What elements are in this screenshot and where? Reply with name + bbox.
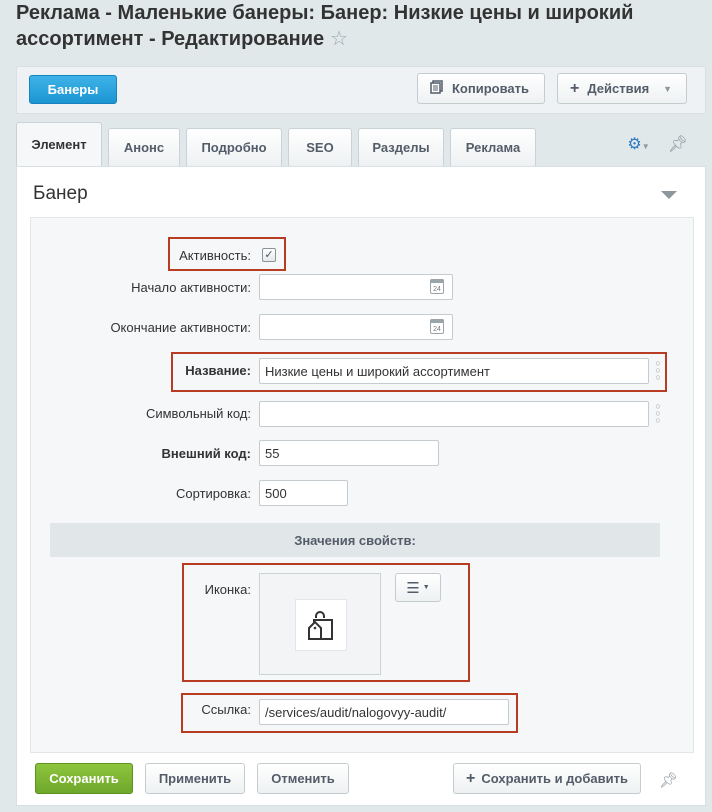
end-label: Окончание активности:	[110, 320, 251, 335]
tab-element[interactable]: Элемент	[16, 122, 102, 166]
pin-icon[interactable]: 📌︎	[668, 134, 688, 154]
copy-button[interactable]: Копировать	[417, 73, 545, 104]
actions-button[interactable]: + Действия ▼	[557, 73, 687, 104]
tab-details[interactable]: Подробно	[186, 128, 282, 166]
highlight-icon	[182, 563, 470, 682]
tab-bar: Элемент Анонс Подробно SEO Разделы Рекла…	[16, 122, 706, 166]
save-and-add-button[interactable]: + Сохранить и добавить	[453, 763, 641, 794]
xml-id-label: Внешний код:	[161, 446, 251, 461]
cancel-button[interactable]: Отменить	[257, 763, 349, 794]
highlight-active	[168, 237, 286, 271]
end-date-input[interactable]: 24	[259, 314, 453, 340]
chevron-down-icon: ▼	[663, 83, 673, 94]
xml-id-input[interactable]: 55	[259, 440, 439, 466]
properties-heading: Значения свойств:	[50, 523, 660, 557]
page-title: Реклама - Маленькие банеры: Банер: Низки…	[16, 2, 634, 52]
calendar-icon[interactable]: 24	[430, 319, 444, 334]
top-toolbar: Банеры Копировать + Действия ▼	[16, 66, 706, 114]
collapse-arrow-icon[interactable]	[661, 191, 677, 199]
tab-advertising[interactable]: Реклама	[450, 128, 536, 166]
sort-label: Сортировка:	[176, 486, 251, 501]
save-button[interactable]: Сохранить	[35, 763, 133, 794]
tab-seo[interactable]: SEO	[288, 128, 352, 166]
code-input[interactable]	[259, 401, 649, 427]
settings-gear-icon[interactable]: ⚙▼	[627, 134, 649, 154]
edit-panel: Банер Активность: ✓ Начало активности: 2…	[16, 166, 706, 806]
highlight-link	[181, 693, 518, 733]
copy-icon	[430, 80, 444, 97]
start-date-input[interactable]: 24	[259, 274, 453, 300]
sort-input[interactable]: 500	[259, 480, 348, 506]
calendar-icon[interactable]: 24	[430, 279, 444, 294]
form-area: Активность: ✓ Начало активности: 24 Окон…	[30, 217, 694, 753]
tab-anons[interactable]: Анонс	[108, 128, 180, 166]
start-label: Начало активности:	[131, 280, 251, 295]
pin-icon[interactable]: 📌︎	[659, 771, 678, 789]
tab-sections[interactable]: Разделы	[358, 128, 444, 166]
back-to-banners-button[interactable]: Банеры	[29, 75, 117, 104]
plus-icon: +	[466, 769, 476, 787]
favorite-star-icon[interactable]: ☆	[330, 26, 348, 52]
translit-icon[interactable]: ○ ○ ○	[653, 402, 663, 425]
plus-icon: +	[570, 79, 580, 97]
apply-button[interactable]: Применить	[145, 763, 245, 794]
panel-heading: Банер	[33, 183, 88, 204]
code-label: Символьный код:	[145, 406, 251, 421]
highlight-name	[171, 352, 667, 392]
bottom-bar: Сохранить Применить Отменить + Сохранить…	[17, 759, 707, 807]
